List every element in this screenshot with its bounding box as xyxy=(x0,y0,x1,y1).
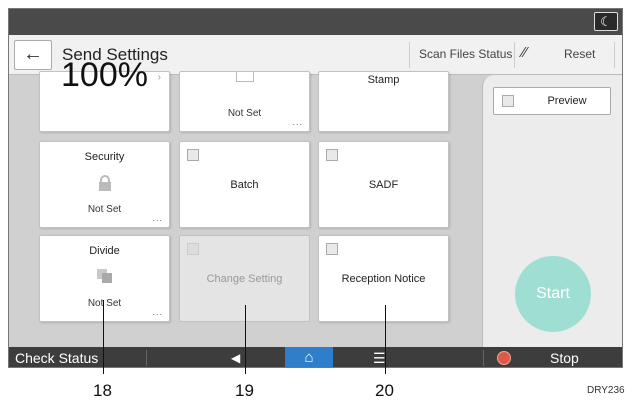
header-divider xyxy=(514,42,515,68)
tile-status: Not Set xyxy=(227,108,262,119)
preview-label: Preview xyxy=(547,95,587,107)
ratio-value: 100% xyxy=(61,56,148,94)
preview-button[interactable]: Preview xyxy=(493,87,611,115)
bar-divider xyxy=(483,350,484,366)
callout-20: 20 xyxy=(375,381,394,400)
start-button[interactable]: Start xyxy=(515,256,591,332)
setting-tile[interactable]: Not Set ... xyxy=(179,71,310,132)
stop-button[interactable]: Stop xyxy=(550,347,579,367)
more-dots-icon: ... xyxy=(152,213,163,223)
more-dots-icon: ... xyxy=(152,307,163,317)
bar-divider xyxy=(146,350,147,366)
menu-icon[interactable]: ☰ xyxy=(373,347,386,367)
book-icon xyxy=(236,72,254,82)
callout-line-20 xyxy=(385,305,386,374)
callout-line-18 xyxy=(103,300,104,374)
check-status-button[interactable]: Check Status xyxy=(15,347,98,367)
stamp-tile[interactable]: Stamp xyxy=(318,71,449,132)
ratio-tile[interactable]: 100% › xyxy=(39,56,170,132)
reception-notice-tile[interactable]: Reception Notice xyxy=(318,235,449,322)
security-label: Security xyxy=(84,151,125,163)
reset-slash-icon[interactable]: ⁄⁄ xyxy=(522,44,527,61)
stamp-label: Stamp xyxy=(367,74,400,86)
reception-notice-label: Reception Notice xyxy=(341,272,426,285)
preview-checkbox[interactable] xyxy=(502,95,514,107)
moon-icon[interactable]: ☾ xyxy=(594,12,618,31)
divide-label: Divide xyxy=(89,245,120,257)
callout-line-19 xyxy=(245,305,246,374)
back-triangle-icon[interactable]: ◀ xyxy=(231,347,240,367)
tile-status: Not Set xyxy=(87,204,122,215)
lock-icon xyxy=(99,175,111,191)
callout-18: 18 xyxy=(93,381,112,400)
divide-tile[interactable]: Divide Not Set ... xyxy=(39,235,170,322)
figure-code: DRY236 xyxy=(587,385,625,396)
status-bar: ☾ xyxy=(9,9,622,35)
sadf-tile[interactable]: SADF xyxy=(318,141,449,228)
stop-icon xyxy=(497,351,511,365)
batch-label: Batch xyxy=(230,178,259,191)
callout-19: 19 xyxy=(235,381,254,400)
batch-tile[interactable]: Batch xyxy=(179,141,310,228)
right-panel: Preview Start xyxy=(482,75,622,347)
reset-button[interactable]: Reset xyxy=(564,47,595,61)
home-button[interactable]: ⌂ xyxy=(285,347,333,367)
tile-status: Not Set xyxy=(87,298,122,309)
home-icon: ⌂ xyxy=(304,349,314,366)
bottom-bar: Check Status ◀ ⌂ ☰ Stop xyxy=(9,347,622,367)
divide-icon xyxy=(97,269,112,283)
sadf-label: SADF xyxy=(368,178,399,191)
header-divider xyxy=(614,42,615,68)
more-dots-icon: ... xyxy=(292,117,303,127)
device-screen: ☾ ← Send Settings Scan Files Status ⁄⁄ R… xyxy=(8,8,623,368)
scan-files-status-button[interactable]: Scan Files Status xyxy=(419,47,512,61)
security-tile[interactable]: Security Not Set ... xyxy=(39,141,170,228)
header-divider xyxy=(409,42,410,68)
chevron-right-icon: › xyxy=(157,72,161,83)
